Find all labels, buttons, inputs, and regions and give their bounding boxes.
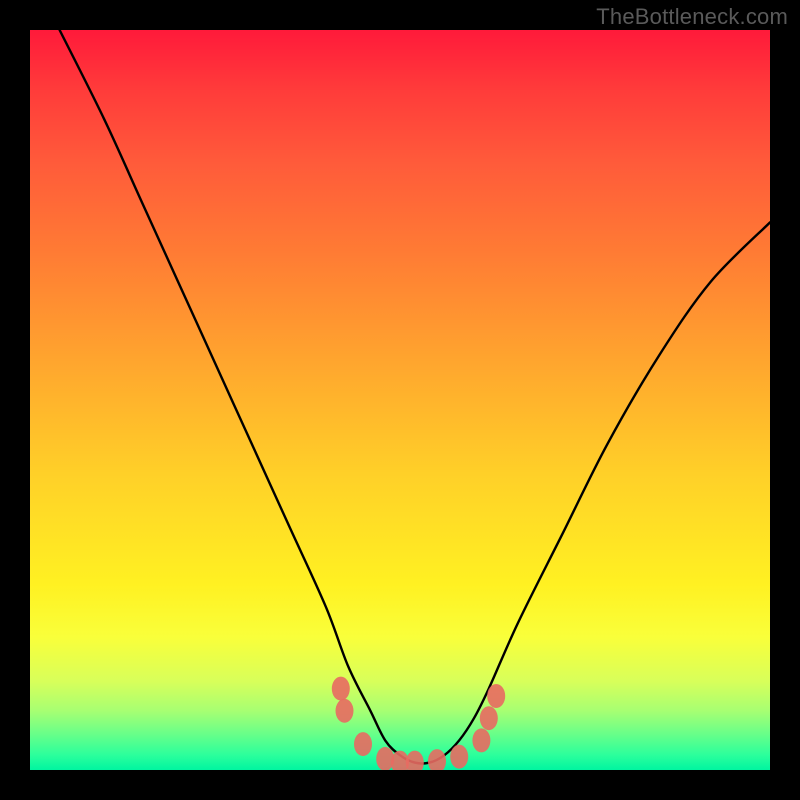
plot-area bbox=[30, 30, 770, 770]
marker-point bbox=[354, 732, 372, 756]
marker-point bbox=[332, 677, 350, 701]
marker-point bbox=[480, 706, 498, 730]
marker-point bbox=[406, 751, 424, 770]
marker-point bbox=[336, 699, 354, 723]
bottleneck-curve bbox=[60, 30, 770, 764]
watermark-text: TheBottleneck.com bbox=[596, 4, 788, 30]
chart-svg bbox=[30, 30, 770, 770]
chart-frame: TheBottleneck.com bbox=[0, 0, 800, 800]
marker-point bbox=[487, 684, 505, 708]
marker-point bbox=[428, 749, 446, 770]
highlight-markers bbox=[332, 677, 505, 770]
marker-point bbox=[472, 728, 490, 752]
marker-point bbox=[450, 745, 468, 769]
